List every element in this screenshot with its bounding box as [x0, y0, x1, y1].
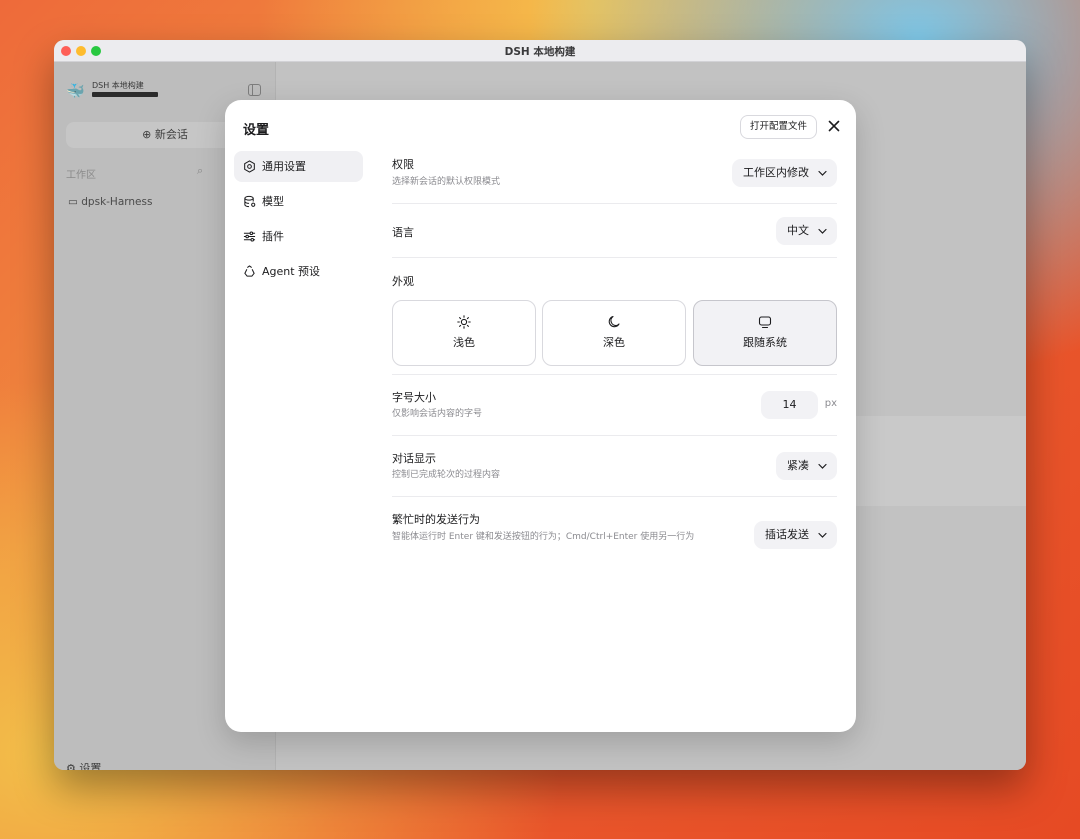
font-size-description: 仅影响会话内容的字号: [392, 409, 483, 419]
nav-item-agent-presets[interactable]: Agent 预设: [234, 256, 363, 287]
composer[interactable]: ah ↑: [838, 416, 1026, 506]
settings-dialog: 设置 打开配置文件 通用设置 模型 插件 Agent 预设 权限 选择新会话的默…: [225, 100, 856, 732]
conversation-display-description: 控制已完成轮次的过程内容: [392, 470, 501, 480]
conversation-display-row: 对话显示 控制已完成轮次的过程内容 紧凑: [392, 436, 837, 497]
permissions-label: 权限: [392, 158, 414, 171]
window-title: DSH 本地构建: [504, 46, 576, 58]
busy-send-row: 繁忙时的发送行为 智能体运行时 Enter 键和发送按钮的行为；Cmd/Ctrl…: [392, 497, 837, 577]
sidebar-settings-link[interactable]: ⚙ 设置: [66, 760, 101, 770]
monitor-icon: [758, 316, 772, 329]
nav-item-models[interactable]: 模型: [234, 186, 363, 217]
conversation-display-select[interactable]: 紧凑: [776, 452, 837, 480]
permissions-value: 工作区内修改: [743, 166, 809, 179]
nav-item-label: 插件: [262, 230, 284, 243]
settings-nav: 通用设置 模型 插件 Agent 预设: [234, 151, 363, 291]
theme-option-dark[interactable]: 深色: [542, 300, 686, 366]
permissions-select[interactable]: 工作区内修改: [732, 159, 837, 187]
folder-icon: ▭: [68, 196, 78, 208]
permissions-description: 选择新会话的默认权限模式: [392, 177, 501, 187]
nav-item-general[interactable]: 通用设置: [234, 151, 363, 182]
chevron-down-icon: [818, 228, 827, 234]
font-size-row: 字号大小 仅影响会话内容的字号 px: [392, 375, 837, 436]
new-chat-label: 新会话: [154, 128, 188, 141]
nav-item-label: Agent 预设: [262, 265, 321, 278]
busy-send-description: 智能体运行时 Enter 键和发送按钮的行为；Cmd/Ctrl+Enter 使用…: [392, 532, 695, 542]
app-name-redaction: [92, 92, 158, 97]
database-icon: [244, 195, 256, 208]
app-name: DSH 本地构建: [92, 81, 144, 90]
open-config-button[interactable]: 打开配置文件: [740, 115, 818, 139]
permissions-row: 权限 选择新会话的默认权限模式 工作区内修改: [392, 152, 837, 204]
busy-send-label: 繁忙时的发送行为: [392, 513, 480, 526]
dialog-title: 设置: [243, 123, 270, 138]
sliders-icon: [243, 231, 256, 242]
moon-icon: [608, 315, 620, 328]
font-size-label: 字号大小: [392, 391, 436, 404]
settings-link-label: 设置: [79, 762, 102, 770]
language-select[interactable]: 中文: [776, 217, 837, 245]
language-row: 语言 中文: [392, 204, 837, 258]
recycle-icon: [244, 265, 255, 277]
sidebar-toggle-icon[interactable]: [248, 84, 261, 96]
plus-circle-icon: ⊕: [142, 128, 152, 141]
app-logo-icon: 🐳: [66, 82, 85, 100]
conversation-display-value: 紧凑: [787, 459, 809, 472]
busy-send-select[interactable]: 插话发送: [754, 521, 837, 549]
chevron-down-icon: [818, 170, 827, 176]
language-label: 语言: [392, 226, 414, 239]
conversation-display-label: 对话显示: [392, 452, 436, 465]
nav-item-plugins[interactable]: 插件: [234, 221, 363, 252]
settings-gear-icon: [244, 160, 255, 173]
appearance-label: 外观: [392, 275, 414, 288]
search-icon[interactable]: ⌕: [197, 164, 203, 178]
chevron-down-icon: [818, 463, 827, 469]
theme-option-system[interactable]: 跟随系统: [693, 300, 837, 366]
chevron-down-icon: [818, 532, 827, 538]
busy-send-value: 插话发送: [765, 528, 809, 541]
theme-option-label: 深色: [603, 336, 625, 349]
gear-icon: ⚙: [66, 762, 76, 770]
appearance-row: 外观 浅色 深色 跟随系统: [392, 258, 837, 375]
font-size-input[interactable]: [761, 391, 818, 419]
sun-icon: [457, 315, 471, 329]
workspace-label: 工作区: [66, 170, 96, 181]
nav-item-label: 通用设置: [262, 160, 306, 173]
workspace-folder-item[interactable]: ▭ dpsk-Harness: [68, 196, 152, 208]
settings-content: 权限 选择新会话的默认权限模式 工作区内修改 语言 中文 外观 浅色 深色 跟随…: [392, 152, 837, 577]
font-size-unit: px: [824, 398, 837, 409]
language-value: 中文: [787, 224, 809, 237]
close-icon[interactable]: [826, 118, 842, 134]
theme-option-label: 跟随系统: [743, 336, 787, 349]
theme-option-light[interactable]: 浅色: [392, 300, 536, 366]
folder-label: dpsk-Harness: [81, 196, 153, 208]
nav-item-label: 模型: [262, 195, 284, 208]
title-bar: DSH 本地构建: [54, 40, 1026, 62]
theme-option-label: 浅色: [453, 336, 475, 349]
